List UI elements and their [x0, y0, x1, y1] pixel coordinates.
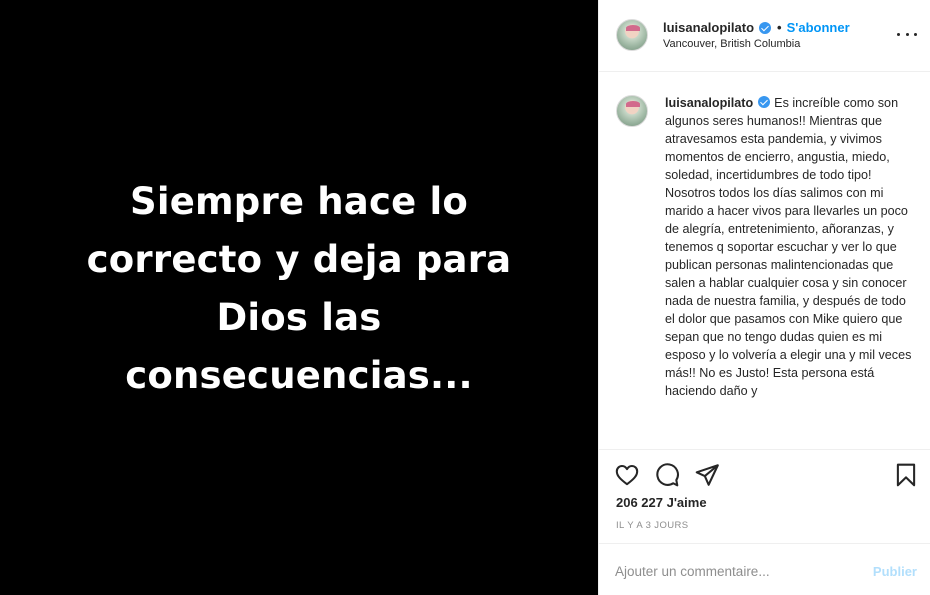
more-horizontal-icon[interactable] — [897, 26, 917, 42]
avatar[interactable] — [616, 95, 648, 127]
header-user-row: luisanalopilato • S'abonner — [663, 20, 850, 35]
heart-icon[interactable] — [614, 462, 640, 488]
post-timestamp[interactable]: IL Y A 3 JOURS — [616, 520, 689, 531]
verified-badge-icon — [758, 96, 771, 108]
username-link[interactable]: luisanalopilato — [663, 20, 754, 35]
comment-icon[interactable] — [654, 462, 680, 488]
caption-username-link[interactable]: luisanalopilato — [665, 96, 753, 110]
separator-dot: • — [777, 20, 782, 35]
post-image-line: Siempre hace lo — [129, 179, 468, 223]
publish-button[interactable]: Publier — [873, 564, 917, 579]
verified-badge-icon — [759, 21, 772, 34]
caption-text: luisanalopilato Es increíble como son alg… — [665, 94, 913, 400]
follow-button[interactable]: S'abonner — [787, 20, 850, 35]
avatar[interactable] — [616, 19, 648, 51]
post-header: luisanalopilato • S'abonner Vancouver, B… — [599, 0, 930, 72]
comment-input[interactable] — [615, 556, 855, 586]
likes-count[interactable]: 206 227 J'aime — [616, 495, 707, 510]
bookmark-icon[interactable] — [893, 462, 919, 488]
comment-bar: Publier — [599, 543, 930, 595]
post-image-line: Dios las — [216, 295, 382, 339]
post-media[interactable]: Siempre hace lo correcto y deja para Dio… — [0, 0, 598, 595]
location-link[interactable]: Vancouver, British Columbia — [663, 38, 800, 50]
post-image-line: correcto y deja para — [86, 237, 512, 281]
post-side-panel: luisanalopilato • S'abonner Vancouver, B… — [598, 0, 930, 595]
post-image-line: consecuencias... — [125, 353, 473, 397]
caption-area: luisanalopilato Es increíble como son alg… — [599, 72, 930, 449]
caption-body: Es increíble como son algunos seres huma… — [665, 96, 912, 398]
post-image-text: Siempre hace lo correcto y deja para Dio… — [39, 173, 559, 405]
post-actions: 206 227 J'aime IL Y A 3 JOURS — [599, 449, 930, 543]
share-icon[interactable] — [694, 462, 720, 488]
